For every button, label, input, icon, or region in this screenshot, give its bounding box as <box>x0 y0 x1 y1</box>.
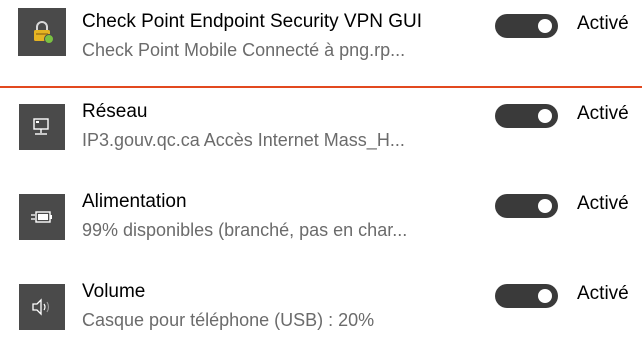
item-subtitle: Casque pour téléphone (USB) : 20% <box>82 310 375 330</box>
toggle-knob <box>538 289 552 303</box>
power-toggle[interactable] <box>495 194 558 218</box>
network-toggle[interactable] <box>495 104 558 128</box>
toggle-knob <box>538 19 552 33</box>
notification-area-item-volume: Volume Casque pour téléphone (USB) : 20%… <box>0 270 642 342</box>
vpn-lock-icon <box>18 8 66 56</box>
notification-area-item-network: Réseau IP3.gouv.qc.ca Accès Internet Mas… <box>0 90 642 162</box>
battery-charging-icon <box>19 194 65 240</box>
toggle-state-label: Activé <box>577 13 629 34</box>
item-subtitle: Check Point Mobile Connecté à png.rp... <box>82 40 406 60</box>
notification-area-item-power: Alimentation 99% disponibles (branché, p… <box>0 180 642 252</box>
toggle-knob <box>538 109 552 123</box>
item-title: Alimentation <box>82 191 187 212</box>
toggle-knob <box>538 199 552 213</box>
notification-area-item-vpn: Check Point Endpoint Security VPN GUI Ch… <box>0 0 642 72</box>
item-subtitle: 99% disponibles (branché, pas en char... <box>82 220 408 240</box>
toggle-state-label: Activé <box>577 103 629 124</box>
toggle-state-label: Activé <box>577 283 629 304</box>
volume-toggle[interactable] <box>495 284 558 308</box>
item-subtitle: IP3.gouv.qc.ca Accès Internet Mass_H... <box>82 130 405 150</box>
speaker-icon <box>19 284 65 330</box>
network-icon <box>19 104 65 150</box>
item-title: Réseau <box>82 101 148 122</box>
vpn-toggle[interactable] <box>495 14 558 38</box>
toggle-state-label: Activé <box>577 193 629 214</box>
item-title: Check Point Endpoint Security VPN GUI <box>82 11 423 32</box>
item-title: Volume <box>82 281 146 302</box>
divider <box>0 86 642 88</box>
